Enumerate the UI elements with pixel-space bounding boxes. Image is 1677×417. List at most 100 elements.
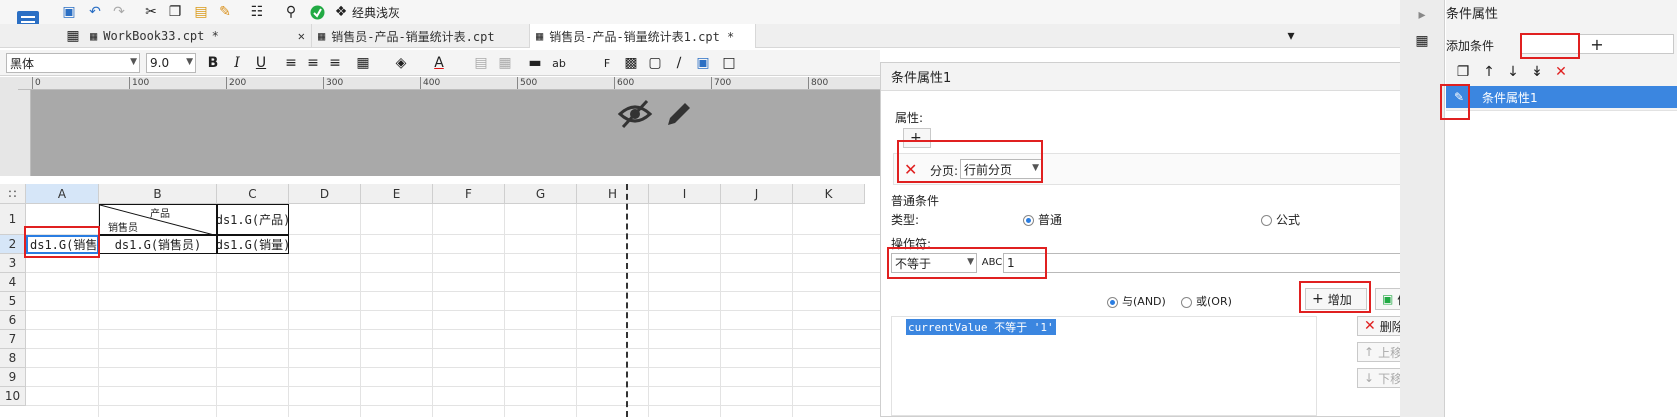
tab-menu-icon[interactable]: ▾ xyxy=(1280,25,1302,47)
preview-icon[interactable]: ☷ xyxy=(246,1,268,23)
cell-attr-icon[interactable]: ▦ xyxy=(1411,30,1433,52)
underline-icon[interactable]: U xyxy=(250,52,272,74)
widget-icon[interactable]: □ xyxy=(718,52,740,74)
select-all-corner[interactable]: ∷ xyxy=(0,184,26,204)
cell-c1[interactable]: ds1.G(产品) xyxy=(217,204,289,235)
ruler-tick-label: 0 xyxy=(32,77,41,89)
condition-item[interactable]: currentValue 不等于 '1' xyxy=(906,319,1056,335)
move-bottom-icon[interactable]: ↡ xyxy=(1526,61,1548,83)
image-icon[interactable]: ▢ xyxy=(644,52,666,74)
or-label: 或(OR) xyxy=(1196,295,1232,308)
paste-icon[interactable]: ▤ xyxy=(190,1,212,23)
copy-icon[interactable]: ❐ xyxy=(164,1,186,23)
cut-icon[interactable]: ✂ xyxy=(140,1,162,23)
row-header[interactable]: 2 xyxy=(0,235,26,254)
grid-line xyxy=(26,348,880,349)
row-header[interactable]: 9 xyxy=(0,368,26,387)
tabs-grid-icon[interactable]: ▦ xyxy=(62,25,84,47)
classic-theme-label[interactable]: 经典浅灰 xyxy=(352,4,400,21)
condition-list-item[interactable]: ✎ 条件属性1 xyxy=(1446,86,1677,108)
column-header[interactable]: I xyxy=(649,184,721,204)
arrow-up-icon[interactable]: ↑ xyxy=(1478,61,1500,83)
search-icon[interactable]: ⚲ xyxy=(280,1,302,23)
app-window: ▣ ↶ ↷ ✂ ❐ ▤ ✎ ☷ ⚲ ❖ 经典浅灰 ▦ ▦ WorkBook33.… xyxy=(0,0,1677,417)
row-header[interactable]: 10 xyxy=(0,387,26,406)
column-header[interactable]: A xyxy=(26,184,99,204)
shirt-theme-icon[interactable]: ❖ xyxy=(330,1,352,23)
bold-icon[interactable]: B xyxy=(202,52,224,74)
format-painter-icon[interactable]: ✎ xyxy=(214,1,236,23)
italic-icon[interactable]: I xyxy=(226,52,248,74)
redo-icon[interactable]: ↷ xyxy=(108,1,130,23)
operand-input[interactable]: 1 xyxy=(1003,253,1428,273)
border-icon[interactable]: ▦ xyxy=(352,52,374,74)
font-color-icon[interactable]: A xyxy=(428,52,450,74)
save-icon[interactable]: ▣ xyxy=(58,1,80,23)
row-header[interactable]: 3 xyxy=(0,254,26,273)
condition-list[interactable]: currentValue 不等于 '1' xyxy=(891,316,1317,416)
hidden-eye-icon[interactable] xyxy=(617,98,653,133)
plus-icon: + xyxy=(1590,34,1604,54)
align-center-icon[interactable]: ≡ xyxy=(302,52,324,74)
font-name-select[interactable]: 黑体 ▼ xyxy=(6,53,140,73)
align-left-icon[interactable]: ≡ xyxy=(280,52,302,74)
text-cell-icon[interactable]: ▬ xyxy=(524,52,546,74)
grid-line xyxy=(792,204,793,417)
spreadsheet-grid[interactable]: ∷ A B C D E F G H I J K 1 2 3 4 5 6 7 8 9 10 产品 销售员 ds1.G(产品) ds1… xyxy=(0,184,880,417)
tab-sales-report-1[interactable]: ▦ 销售员-产品-销量统计表1.cpt * xyxy=(530,24,756,48)
sub-report-icon[interactable]: ▣ xyxy=(692,52,714,74)
row-header[interactable]: 8 xyxy=(0,349,26,368)
column-header[interactable]: B xyxy=(99,184,217,204)
align-right-icon[interactable]: ≡ xyxy=(324,52,346,74)
chevron-right-icon[interactable]: ▸ xyxy=(1411,4,1433,26)
sheet-icon: ▦ xyxy=(536,29,544,43)
page-break-line xyxy=(626,184,628,417)
highlight-add-button xyxy=(1299,281,1371,313)
chart-icon[interactable]: ▩ xyxy=(620,52,642,74)
grid-line xyxy=(26,329,880,330)
row-header[interactable]: 4 xyxy=(0,273,26,292)
edit-pencil-icon[interactable] xyxy=(663,98,695,133)
undo-icon[interactable]: ↶ xyxy=(84,1,106,23)
and-radio[interactable]: 与(AND) xyxy=(1107,293,1166,309)
attribute-label: 属性: xyxy=(895,111,924,125)
fill-color-icon[interactable]: ◈ xyxy=(390,52,412,74)
merge-icon[interactable]: ▤ xyxy=(470,52,492,74)
row-header[interactable]: 7 xyxy=(0,330,26,349)
radio-selected-icon xyxy=(1023,215,1034,226)
arrow-down-icon[interactable]: ↓ xyxy=(1502,61,1524,83)
slash-icon[interactable]: ∕ xyxy=(668,52,690,74)
delete-icon[interactable]: ✕ xyxy=(1550,61,1572,83)
column-header[interactable]: K xyxy=(793,184,865,204)
cell-c2[interactable]: ds1.G(销量) xyxy=(217,235,289,254)
highlight-operator xyxy=(887,247,1047,279)
type-formula-radio[interactable]: 公式 xyxy=(1261,211,1300,228)
close-icon[interactable]: ✕ xyxy=(298,29,305,43)
check-icon[interactable] xyxy=(306,1,328,23)
tab-sales-report[interactable]: ▦ 销售员-产品-销量统计表.cpt xyxy=(312,24,530,48)
row-header[interactable]: 1 xyxy=(0,204,26,235)
unmerge-icon[interactable]: ▦ xyxy=(494,52,516,74)
column-header[interactable]: D xyxy=(289,184,361,204)
cell-b1-diagonal[interactable]: 产品 销售员 xyxy=(99,204,217,235)
column-header[interactable]: E xyxy=(361,184,433,204)
copy-icon[interactable]: ❐ xyxy=(1452,61,1474,83)
row-header[interactable]: 6 xyxy=(0,311,26,330)
row-header[interactable]: 5 xyxy=(0,292,26,311)
column-header[interactable]: H xyxy=(577,184,649,204)
report-header-area[interactable] xyxy=(31,90,880,176)
or-radio[interactable]: 或(OR) xyxy=(1181,293,1232,309)
sheet-icon: ▦ xyxy=(318,29,326,43)
cell-b2[interactable]: ds1.G(销售员) xyxy=(99,235,217,254)
column-header[interactable]: C xyxy=(217,184,289,204)
column-header[interactable]: J xyxy=(721,184,793,204)
arrow-up-icon: ↑ xyxy=(1364,345,1375,359)
tab-workbook33[interactable]: ▦ WorkBook33.cpt * ✕ xyxy=(84,24,312,48)
formula-icon[interactable]: F xyxy=(596,52,618,74)
column-header[interactable]: F xyxy=(433,184,505,204)
type-normal-radio[interactable]: 普通 xyxy=(1023,211,1062,228)
font-size-select[interactable]: 9.0 ▼ xyxy=(146,53,196,73)
ab-text-icon[interactable]: ab xyxy=(548,52,570,74)
column-header[interactable]: G xyxy=(505,184,577,204)
side-rail: ▸ ▦ xyxy=(1400,0,1445,417)
